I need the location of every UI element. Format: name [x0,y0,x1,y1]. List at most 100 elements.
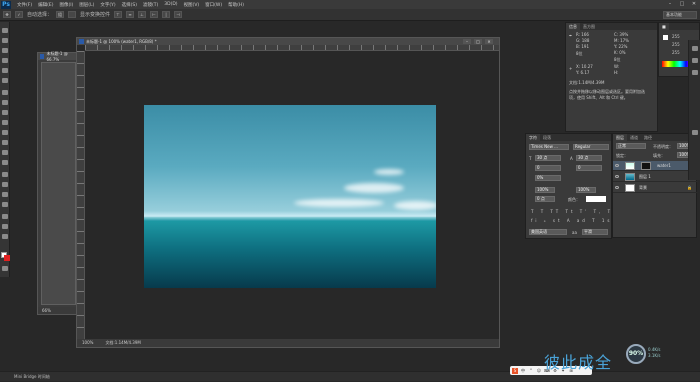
zoom-icon[interactable] [2,224,8,229]
transform-checkbox[interactable] [68,11,77,18]
path-select-icon[interactable] [2,192,8,197]
menu-edit[interactable]: 编辑(E) [35,2,56,8]
auto-select-dropdown[interactable]: 组 [56,11,65,18]
healing-brush-icon[interactable] [2,90,8,95]
menu-file[interactable]: 文件(F) [14,2,35,8]
ime-emoji-icon[interactable]: ☺ [536,368,542,374]
align-center-icon[interactable]: | [162,11,171,18]
r-slider-value[interactable]: 255 [672,34,680,39]
background-color-swatch[interactable] [4,255,10,261]
crop-icon[interactable] [2,68,8,73]
performance-gauge[interactable]: 90% [626,344,646,364]
align-left-icon[interactable]: ⊢ [150,11,159,18]
move-icon[interactable] [2,28,8,33]
close-button[interactable]: ✕ [690,1,698,7]
tab-histogram[interactable]: 直方图 [580,23,598,30]
history-panel-icon[interactable] [692,46,698,51]
align-right-icon[interactable]: ⊣ [174,11,183,18]
tracking-field[interactable]: 0 [576,165,602,171]
blur-icon[interactable] [2,150,8,155]
vertical-ruler[interactable] [77,51,85,339]
canvas-image[interactable] [144,105,436,288]
zoom-readout-back[interactable]: 66% [38,307,78,314]
ime-chinese-icon[interactable]: 中 [520,368,526,374]
actions-panel-icon[interactable] [692,58,698,63]
language-dropdown[interactable]: 美国英语 [529,229,567,235]
adjustments-panel-icon[interactable] [692,130,698,135]
minimize-button[interactable]: – [666,1,674,7]
baseline-field[interactable]: 0 点 [535,196,555,202]
tab-paths[interactable]: 路径 [641,134,655,141]
edit-toolbar-icon[interactable] [2,234,8,239]
menu-3d[interactable]: 3D(D) [161,2,180,7]
quick-mask-icon[interactable] [2,266,8,271]
move-tool-icon[interactable]: ✥ [3,11,11,18]
eye-icon[interactable] [615,175,619,178]
auto-select-checkbox[interactable]: ✓ [15,11,23,18]
clone-stamp-icon[interactable] [2,110,8,115]
menu-image[interactable]: 图像(I) [56,2,76,8]
sogou-icon[interactable]: S [512,367,518,374]
menu-window[interactable]: 窗口(W) [202,2,225,8]
document-tab-main[interactable]: 未标题-1 @ 100% (water1, RGB/8) * [77,38,499,45]
horizontal-scale-field[interactable]: 100% [576,187,596,193]
horizontal-ruler[interactable] [85,45,499,51]
color-swatch[interactable] [663,35,668,40]
hand-icon[interactable] [2,214,8,219]
align-middle-icon[interactable]: ≡ [126,11,135,18]
align-bottom-icon[interactable]: ⊥ [138,11,147,18]
font-style-dropdown[interactable]: Regular [573,144,609,150]
quick-select-icon[interactable] [2,58,8,63]
document-window-back[interactable]: 未标题-1 @ 66.7% 66% [37,51,79,315]
doc-minimize-button[interactable]: – [463,39,471,44]
layer-row[interactable]: 背景 🔒 [613,183,698,193]
marquee-icon[interactable] [2,38,8,43]
ime-punct-icon[interactable]: ° [528,368,534,374]
tab-layers[interactable]: 图层 [613,134,627,141]
tab-paragraph[interactable]: 段落 [540,134,554,141]
vertical-scale-field[interactable]: 100% [535,187,555,193]
doc-close-button[interactable]: ✕ [485,39,493,44]
document-tab-back[interactable]: 未标题-1 @ 66.7% [38,51,78,62]
font-family-dropdown[interactable]: Times New ... [529,144,569,150]
doc-maximize-button[interactable]: □ [474,39,482,44]
layer-row[interactable]: water1 [613,161,698,171]
brush-icon[interactable] [2,100,8,105]
shape-icon[interactable] [2,202,8,207]
tab-channels[interactable]: 通道 [627,134,641,141]
font-size-field[interactable]: 30 点 [535,155,561,161]
tab-character[interactable]: 字符 [526,134,540,141]
layer-row[interactable]: 图层 1 [613,172,698,182]
workspace-dropdown[interactable]: 基本功能 [663,11,697,19]
lasso-icon[interactable] [2,48,8,53]
eye-icon[interactable] [615,164,619,167]
maximize-button[interactable]: □ [678,1,686,7]
menu-select[interactable]: 选择(S) [119,2,140,8]
eyedropper-icon[interactable] [2,78,8,83]
eye-icon[interactable] [615,186,619,189]
swatches-panel-icon[interactable] [692,70,698,75]
blend-mode-dropdown[interactable]: 正常 [616,143,646,149]
tab-info[interactable]: 信息 [566,23,580,30]
zoom-readout[interactable]: 100% [82,339,93,347]
menu-filter[interactable]: 滤镜(T) [140,2,161,8]
kerning-field[interactable]: 0 [535,165,561,171]
menu-type[interactable]: 文字(Y) [97,2,118,8]
align-top-icon[interactable]: ⊤ [114,11,123,18]
text-color-swatch[interactable] [586,196,606,202]
gradient-icon[interactable] [2,140,8,145]
leading-field[interactable]: 30 点 [576,155,602,161]
mini-bridge-tab[interactable]: Mini Bridge 时间轴 [0,374,50,379]
dodge-icon[interactable] [2,160,8,165]
scale-field[interactable]: 0% [535,175,561,181]
antialias-dropdown[interactable]: 平滑 [582,229,608,235]
menu-help[interactable]: 帮助(H) [225,2,247,8]
text-style-buttons[interactable]: T T TT Tt T' T, T T [531,209,623,214]
menu-view[interactable]: 视图(V) [181,2,203,8]
b-slider-value[interactable]: 255 [672,50,680,55]
menu-layer[interactable]: 图层(L) [76,2,97,8]
g-slider-value[interactable]: 255 [672,42,680,47]
pen-icon[interactable] [2,172,8,177]
eraser-icon[interactable] [2,130,8,135]
type-icon[interactable] [2,182,8,187]
